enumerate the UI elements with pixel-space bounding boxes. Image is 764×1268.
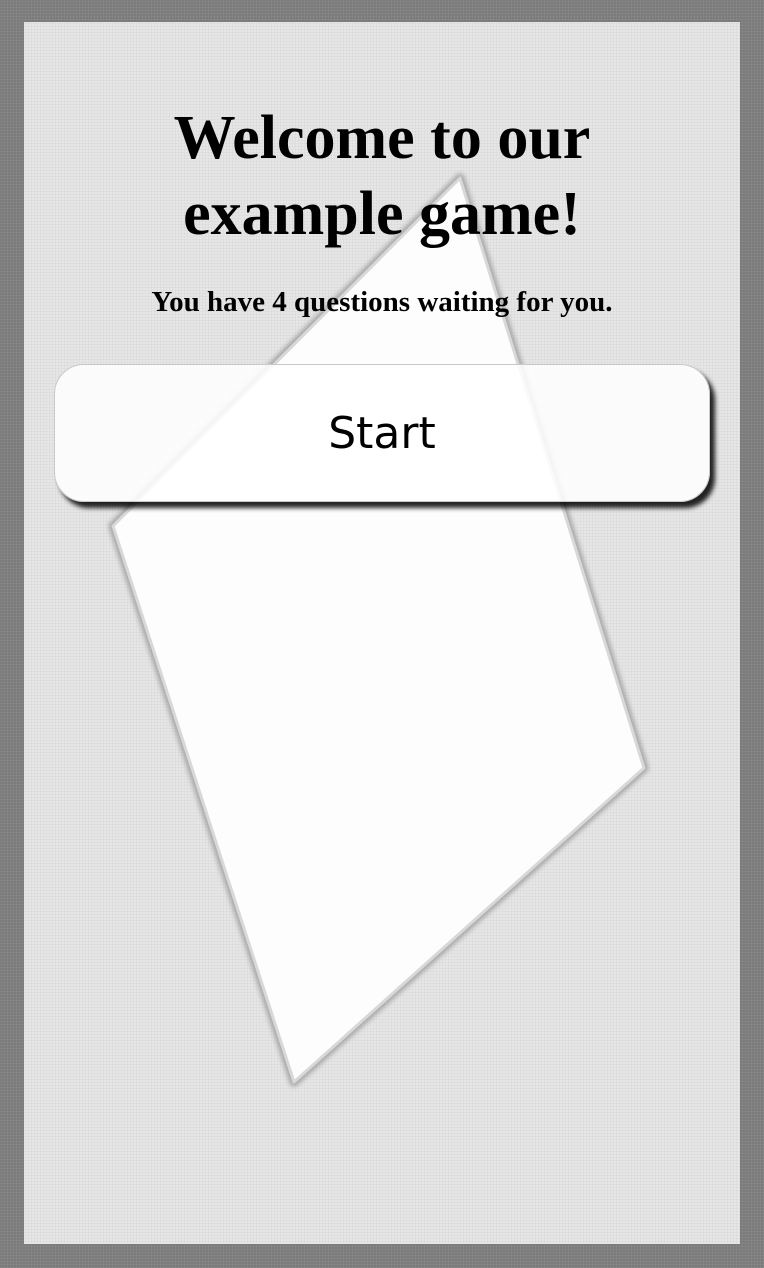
welcome-title: Welcome to our example game!: [24, 100, 740, 252]
game-panel: Welcome to our example game! You have 4 …: [24, 22, 740, 1244]
welcome-title-line1: Welcome to our: [173, 104, 591, 172]
start-button[interactable]: Start: [54, 364, 710, 502]
welcome-title-line2: example game!: [183, 180, 581, 248]
start-button-label: Start: [328, 407, 436, 459]
questions-waiting-text: You have 4 questions waiting for you.: [151, 286, 613, 318]
